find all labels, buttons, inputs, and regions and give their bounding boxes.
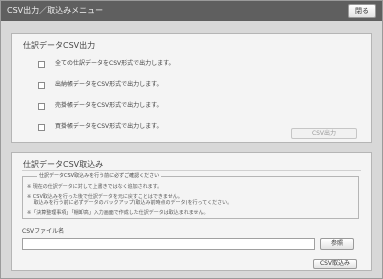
- checkbox-receivables[interactable]: [38, 103, 45, 110]
- csv-file-label: CSVファイル名: [22, 228, 65, 235]
- notice-title: 仕訳データCSV取込みを行う前に必ずご確認ください: [37, 173, 162, 180]
- browse-button[interactable]: 参照: [320, 238, 354, 250]
- csv-file-input[interactable]: [22, 238, 315, 250]
- csv-import-button[interactable]: CSV取込み: [313, 259, 357, 269]
- title-bar: CSV出力／取込みメニュー 閉る: [1, 1, 382, 21]
- notice-line-1: ※ 現在の仕訳データに対して上書きではなく追加されます。: [27, 184, 163, 190]
- import-panel: 仕訳データCSV取込み 仕訳データCSV取込みを行う前に必ずご確認ください ※ …: [11, 152, 372, 271]
- export-option-receivables-label: 売掛帳データをCSV形式で出力します。: [55, 102, 163, 109]
- import-panel-title: 仕訳データCSV取込み: [23, 160, 104, 169]
- window-title: CSV出力／取込みメニュー: [7, 6, 104, 15]
- import-notice-box: 仕訳データCSV取込みを行う前に必ずご確認ください ※ 現在の仕訳データに対して…: [22, 173, 359, 219]
- notice-line-3: 取込みを行う前に必ずデータのバックアップ(取込み前時点のデータ)を行ってください…: [27, 200, 233, 206]
- import-title-divider: [22, 170, 361, 171]
- csv-menu-window: CSV出力／取込みメニュー 閉る 仕訳データCSV出力 全ての仕訳データをCSV…: [0, 0, 383, 279]
- export-option-payables-label: 買掛帳データをCSV形式で出力します。: [55, 123, 163, 130]
- checkbox-cashbook[interactable]: [38, 82, 45, 89]
- checkbox-payables[interactable]: [38, 124, 45, 131]
- export-option-all-label: 全ての仕訳データをCSV形式で出力します。: [55, 60, 175, 67]
- checkbox-all[interactable]: [38, 61, 45, 68]
- csv-export-button[interactable]: CSV出力: [291, 128, 357, 139]
- export-panel: 仕訳データCSV出力 全ての仕訳データをCSV形式で出力します。 出納帳データを…: [11, 33, 372, 143]
- export-panel-title: 仕訳データCSV出力: [23, 41, 96, 50]
- export-option-cashbook-label: 出納帳データをCSV形式で出力します。: [55, 81, 163, 88]
- notice-line-4: ※「決算整理事項」「棚卸高」入力画面で作成した仕訳データは取込まれません。: [27, 210, 209, 216]
- close-button[interactable]: 閉る: [348, 4, 376, 18]
